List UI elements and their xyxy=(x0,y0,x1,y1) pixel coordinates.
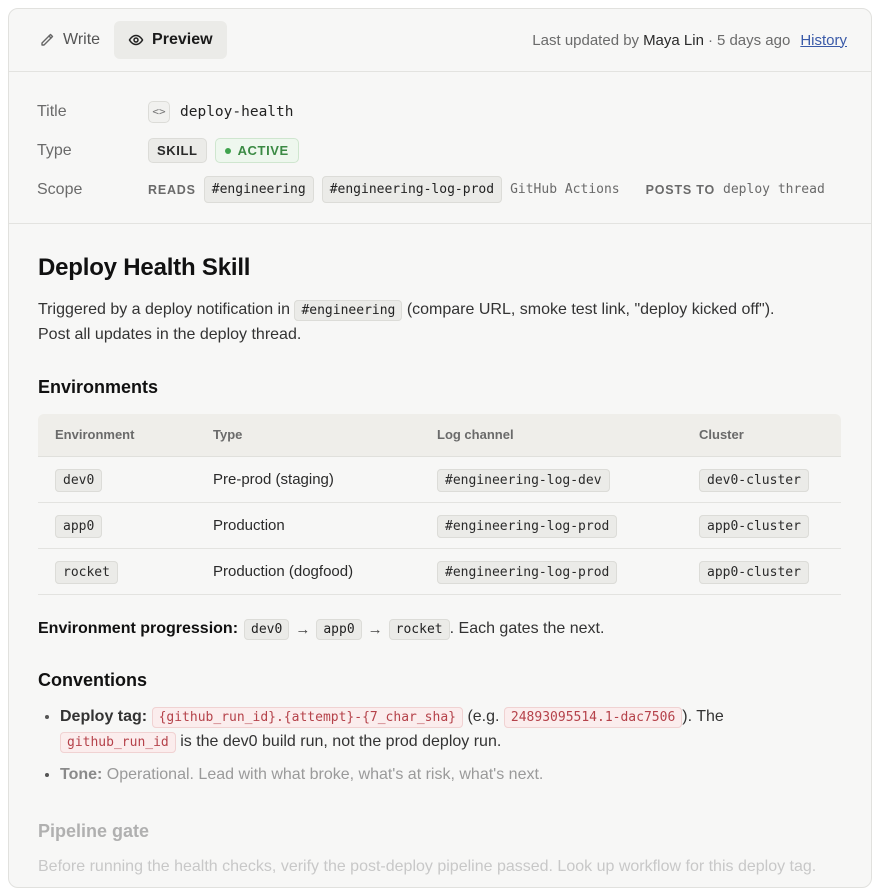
intro-text: Post all updates in the deploy thread. xyxy=(38,326,302,343)
cluster-code: dev0-cluster xyxy=(699,468,809,492)
tab-write-label: Write xyxy=(63,31,101,48)
scope-reads-plain: GitHub Actions xyxy=(510,182,620,197)
table-cell: #engineering-log-prod xyxy=(420,548,682,595)
intro-paragraph: Triggered by a deploy notification in #e… xyxy=(38,298,842,347)
progression-step: rocket xyxy=(388,618,450,640)
table-header: Cluster xyxy=(682,414,841,457)
intro-text: Triggered by a deploy notification in xyxy=(38,301,295,318)
tone-text: Operational. Lead with what broke, what'… xyxy=(102,765,544,783)
deploy-tag-label: Deploy tag: xyxy=(60,707,148,725)
deploy-tag-code: {github_run_id}.{attempt}-{7_char_sha} xyxy=(151,706,463,728)
table-row: dev0 Pre-prod (staging) #engineering-log… xyxy=(38,456,841,503)
status-dot-icon xyxy=(224,147,231,154)
log-channel-code: #engineering-log-prod xyxy=(437,560,618,584)
pipeline-gate-heading: Pipeline gate xyxy=(38,820,150,841)
table-header-row: Environment Type Log channel Cluster xyxy=(38,414,841,457)
scope-channel-chip: #engineering xyxy=(203,176,314,203)
table-cell: dev0-cluster xyxy=(682,456,841,503)
progression-tail: . Each gates the next. xyxy=(449,620,605,637)
meta-title-value: deploy-health xyxy=(180,103,294,120)
table-row: app0 Production #engineering-log-prod ap… xyxy=(38,502,841,549)
environment-progression: Environment progression: dev0 → app0 → r… xyxy=(38,618,842,640)
list-item: Tone: Operational. Lead with what broke,… xyxy=(60,763,842,787)
editor-header: Write Preview Last updated by Maya Lin ·… xyxy=(9,9,871,72)
deploy-tag-example: 24893095514.1-dac7506 xyxy=(503,706,683,728)
log-channel-code: #engineering-log-prod xyxy=(437,514,618,538)
pipeline-gate-text: Before running the health checks, verify… xyxy=(38,857,817,875)
type-badge: SKILL xyxy=(148,138,207,163)
table-cell: Production (dogfood) xyxy=(196,548,420,595)
arrow-right-icon: → xyxy=(367,620,383,638)
table-cell: dev0 xyxy=(38,456,196,503)
meta-row-title: Title <> deploy-health xyxy=(37,92,843,131)
code-icon: <> xyxy=(148,100,170,123)
conventions-list: Deploy tag: {github_run_id}.{attempt}-{7… xyxy=(38,705,842,787)
last-updated-time: 5 days ago xyxy=(716,31,791,49)
cluster-code: app0-cluster xyxy=(699,560,809,584)
table-cell: app0-cluster xyxy=(682,502,841,549)
status-badge-label: ACTIVE xyxy=(237,143,289,158)
progression-step: app0 xyxy=(316,618,362,640)
tab-preview-label: Preview xyxy=(152,31,213,48)
table-cell: Pre-prod (staging) xyxy=(196,456,420,503)
scope-posts-plain: deploy thread xyxy=(723,182,825,197)
deploy-tag-text: ). The xyxy=(682,707,724,725)
preview-content: Deploy Health Skill Triggered by a deplo… xyxy=(9,224,871,876)
tab-write[interactable]: Write xyxy=(25,21,114,59)
progression-step: dev0 xyxy=(244,618,290,640)
arrow-right-icon: → xyxy=(295,620,311,638)
status-badge: ACTIVE xyxy=(214,138,299,163)
meta-title-label: Title xyxy=(37,102,67,120)
table-cell: #engineering-log-dev xyxy=(420,456,682,503)
table-cell: app0 xyxy=(38,502,196,549)
github-run-id-code: github_run_id xyxy=(60,731,176,753)
tone-label: Tone: xyxy=(60,765,103,783)
env-code: app0 xyxy=(55,514,103,538)
page-title: Deploy Health Skill xyxy=(38,254,251,281)
scope-channel-chip: #engineering-log-prod xyxy=(321,176,503,203)
environments-heading: Environments xyxy=(38,377,159,397)
env-code: dev0 xyxy=(55,468,103,492)
env-code: rocket xyxy=(55,560,118,584)
deploy-tag-text: is the dev0 build run, not the prod depl… xyxy=(175,732,502,750)
intro-code: #engineering xyxy=(294,300,403,321)
environments-table: Environment Type Log channel Cluster dev… xyxy=(38,414,841,595)
log-channel-code: #engineering-log-dev xyxy=(437,468,610,492)
deploy-tag-text: (e.g. xyxy=(463,707,504,725)
history-link[interactable]: History xyxy=(800,32,847,49)
eye-icon xyxy=(128,34,144,46)
list-item: Deploy tag: {github_run_id}.{attempt}-{7… xyxy=(60,705,842,755)
scope-posts-key: POSTS TO xyxy=(645,182,716,197)
table-cell: app0-cluster xyxy=(682,548,841,595)
intro-text: (compare URL, smoke test link, "deploy k… xyxy=(402,301,775,318)
last-updated-prefix: Last updated by xyxy=(532,31,640,49)
table-cell: rocket xyxy=(38,548,196,595)
skill-meta: Title <> deploy-health Type SKILL ACTIVE… xyxy=(9,72,871,224)
last-updated-user: Maya Lin xyxy=(643,31,704,49)
pencil-icon xyxy=(41,33,54,46)
conventions-heading: Conventions xyxy=(38,669,148,690)
table-header: Environment xyxy=(38,414,196,457)
scope-reads-key: READS xyxy=(148,182,196,197)
table-header: Log channel xyxy=(420,414,682,457)
tab-preview[interactable]: Preview xyxy=(114,21,227,59)
table-cell: Production xyxy=(196,502,420,549)
last-updated-separator: · xyxy=(707,31,713,49)
meta-type-label: Type xyxy=(37,141,72,159)
meta-scope-label: Scope xyxy=(37,180,83,198)
last-updated: Last updated by Maya Lin · 5 days ago Hi… xyxy=(532,32,847,49)
table-header: Type xyxy=(196,414,420,457)
meta-row-type: Type SKILL ACTIVE xyxy=(37,131,843,170)
cluster-code: app0-cluster xyxy=(699,514,809,538)
progression-label: Environment progression: xyxy=(38,620,239,637)
table-cell: #engineering-log-prod xyxy=(420,502,682,549)
meta-row-scope: Scope READS #engineering #engineering-lo… xyxy=(37,170,843,209)
table-row: rocket Production (dogfood) #engineering… xyxy=(38,548,841,595)
skill-card: Write Preview Last updated by Maya Lin ·… xyxy=(8,8,872,888)
